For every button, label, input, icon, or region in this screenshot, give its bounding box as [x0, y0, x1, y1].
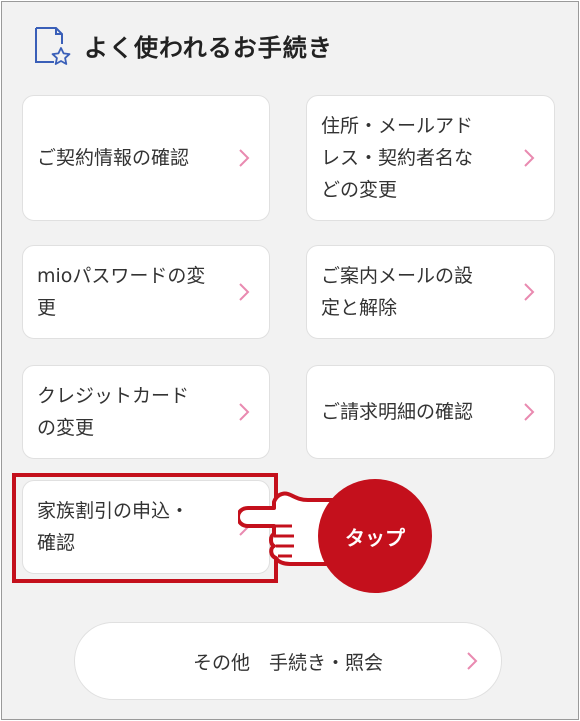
card-credit-card-change[interactable]: クレジットカード の変更 [22, 365, 270, 459]
chevron-right-icon [467, 652, 478, 670]
card-address-change[interactable]: 住所・メールアド レス・契約者名な どの変更 [306, 95, 555, 221]
card-label-line: レス・契約者名な [321, 147, 474, 169]
chevron-right-icon [524, 403, 535, 421]
document-star-icon [35, 27, 71, 65]
chevron-right-icon [524, 283, 535, 301]
card-billing-details[interactable]: ご請求明細の確認 [306, 365, 555, 459]
section-title: よく使われるお手続き [84, 33, 333, 62]
card-label-line: 更 [37, 297, 57, 319]
other-procedures-button[interactable]: その他 手続き・照会 [74, 622, 502, 700]
chevron-right-icon [524, 149, 535, 167]
card-password-change[interactable]: mioパスワードの変 更 [22, 245, 270, 339]
card-label-line: クレジットカード [37, 385, 190, 407]
card-label-line: 住所・メールアド [321, 115, 474, 137]
section-header: よく使われるお手続き [32, 22, 333, 68]
card-label-line: mioパスワードの変 [37, 265, 206, 287]
chevron-right-icon [239, 283, 250, 301]
card-label-line: 定と解除 [321, 297, 398, 319]
card-label-line: の変更 [37, 417, 95, 439]
tap-indicator: タップ [318, 479, 432, 593]
chevron-right-icon [239, 149, 250, 167]
other-procedures-label: その他 手続き・照会 [192, 651, 383, 674]
chevron-right-icon [239, 403, 250, 421]
page-frame: よく使われるお手続き ご契約情報の確認 住所・メールアド レス・契約者名な どの… [1, 1, 579, 720]
card-contract-info[interactable]: ご契約情報の確認 [22, 95, 270, 221]
card-email-settings[interactable]: ご案内メールの設 定と解除 [306, 245, 555, 339]
card-label-line: ご契約情報の確認 [37, 147, 190, 169]
card-label-line: どの変更 [321, 179, 398, 201]
card-label-line: ご案内メールの設 [321, 265, 474, 287]
tap-label: タップ [345, 525, 405, 550]
card-label-line: ご請求明細の確認 [321, 401, 474, 423]
